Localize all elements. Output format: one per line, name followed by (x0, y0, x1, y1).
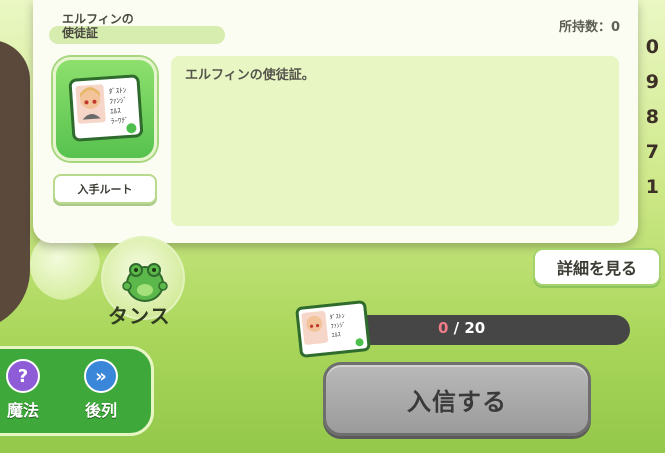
apostle-card-small-icon: ﾀﾞｽﾄﾝ ﾌｧﾝｼﾞ ｴﾙｽ (295, 300, 371, 358)
progress-separator: / (448, 319, 465, 337)
bottom-left-panel: ? 魔法 » 後列 (0, 346, 154, 436)
svg-text:ｴﾙｽ: ｴﾙｽ (331, 331, 341, 339)
double-chevron-right-icon: » (84, 359, 118, 393)
enlist-button[interactable]: 入信する (323, 362, 591, 436)
progress-counter: 0 / 20 (438, 319, 485, 337)
svg-text:ﾌｧﾝｼﾞ: ﾌｧﾝｼﾞ (109, 97, 127, 106)
svg-text:ｴﾙｽ: ｴﾙｽ (110, 107, 122, 116)
item-detail-modal: エルフィンの 使徒証 所持数：0 ﾀﾞｽﾄﾝ ﾌｧﾝｼﾞ ｴﾙｽ ﾗｰﾜﾃﾞ 入… (33, 0, 638, 243)
back-row-button[interactable]: » 後列 (71, 359, 131, 429)
view-details-button[interactable]: 詳細を見る (533, 248, 661, 286)
item-icon-frame: ﾀﾞｽﾄﾝ ﾌｧﾝｼﾞ ｴﾙｽ ﾗｰﾜﾃﾞ (53, 57, 157, 161)
magic-label: 魔法 (6, 401, 39, 420)
apostle-card-icon: ﾀﾞｽﾄﾝ ﾌｧﾝｼﾞ ｴﾙｽ ﾗｰﾜﾃﾞ (68, 74, 144, 142)
dance-label: タンス (108, 304, 171, 328)
magic-button[interactable]: ? 魔法 (0, 359, 53, 429)
acquisition-route-button[interactable]: 入手ルート (53, 174, 157, 204)
progress-total: 20 (464, 319, 486, 337)
item-description-box: エルフィンの使徒証。 (171, 56, 619, 226)
owned-count: 所持数：0 (558, 20, 620, 35)
question-icon: ? (6, 359, 40, 393)
background-creature (0, 40, 30, 330)
progress-current: 0 (438, 319, 449, 337)
back-row-label: 後列 (84, 401, 117, 420)
item-description: エルフィンの使徒証。 (185, 68, 315, 83)
svg-text:ﾗｰﾜﾃﾞ: ﾗｰﾜﾃﾞ (111, 116, 129, 125)
svg-text:ﾀﾞｽﾄﾝ: ﾀﾞｽﾄﾝ (109, 87, 128, 96)
progress-bar (352, 315, 630, 345)
item-title: エルフィンの 使徒証 (62, 12, 134, 40)
item-title-bar: エルフィンの 使徒証 (49, 8, 225, 44)
